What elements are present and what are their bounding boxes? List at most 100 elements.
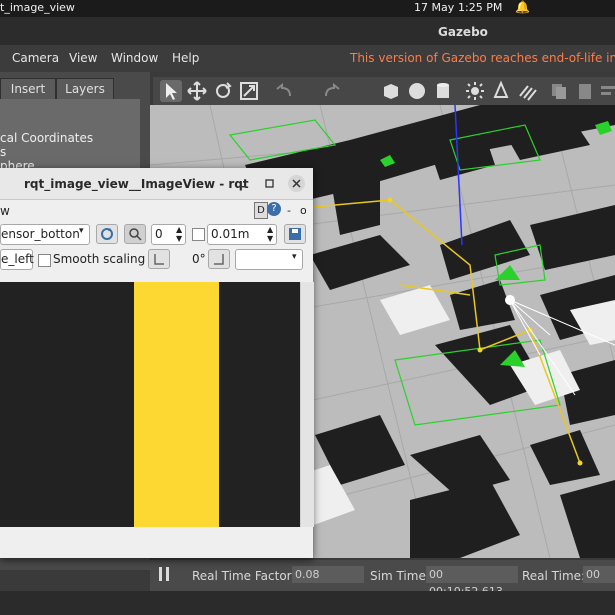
spotlight-icon (493, 80, 509, 98)
offset-value: 0.01m (211, 227, 250, 241)
tab-layers[interactable]: Layers (56, 78, 114, 100)
plugin-title: w (0, 204, 10, 218)
sim-time-value: 00 00:10:52.613 (426, 566, 518, 598)
spin-arrows-icon[interactable]: ▲ ▼ (176, 225, 182, 243)
smooth-scaling-checkbox[interactable] (38, 254, 51, 267)
window-title: Gazebo (438, 25, 488, 39)
move-arrows-icon (187, 81, 207, 101)
rotate-left-button[interactable] (148, 249, 170, 269)
undo-button[interactable] (272, 80, 294, 102)
zoom-fit-button[interactable] (124, 224, 146, 244)
pause-button[interactable] (158, 566, 170, 582)
rotation-frame-select[interactable]: e_left (0, 249, 34, 270)
offset-spinbox[interactable]: 0.01m ▲ ▼ (207, 224, 277, 245)
paste-button[interactable] (574, 80, 596, 102)
chevron-down-icon: ▾ (79, 226, 84, 236)
point-light-button[interactable] (464, 80, 486, 102)
scale-icon (240, 82, 258, 100)
save-icon (289, 228, 301, 240)
close-plugin-button[interactable]: o (300, 204, 307, 217)
active-app-label[interactable]: t_image_view (0, 1, 75, 14)
translate-button[interactable] (186, 80, 208, 102)
save-image-button[interactable] (284, 224, 306, 244)
color-scheme-select[interactable]: ▾ (235, 249, 303, 270)
align-icon (601, 86, 615, 95)
paste-icon (579, 84, 591, 99)
spin-arrows-icon[interactable]: ▲ ▼ (267, 225, 273, 243)
cylinder-icon (437, 83, 449, 98)
menu-bar: Camera View Window Help This version of … (0, 45, 615, 72)
rqt-title-bar[interactable]: rqt_image_view__ImageView - rqt (0, 168, 313, 200)
align-button[interactable] (598, 80, 615, 102)
rotate-right-icon (214, 254, 224, 265)
minimize-icon (239, 186, 246, 188)
spot-light-button[interactable] (490, 80, 512, 102)
status-bar: Real Time Factor: 0.08 Sim Time: 00 00:1… (150, 560, 615, 598)
tree-item[interactable]: s (0, 145, 6, 159)
menu-help[interactable]: Help (172, 51, 199, 65)
topic-select[interactable]: ensor_botton ▾ (0, 224, 90, 245)
offset-checkbox[interactable] (192, 228, 205, 241)
scale-button[interactable] (238, 80, 260, 102)
world-tree: cal Coordinates s phere (0, 99, 140, 179)
real-time-label: Real Time: (522, 569, 586, 583)
gazebo-title-bar: Gazebo (0, 17, 615, 45)
rotate-left-icon (154, 254, 164, 265)
sim-time-label: Sim Time: (370, 569, 430, 583)
directional-light-icon (519, 85, 537, 101)
copy-button[interactable] (548, 80, 570, 102)
minimize-button[interactable] (234, 175, 251, 192)
directional-light-button[interactable] (516, 80, 538, 102)
hide-button[interactable]: - (287, 204, 291, 217)
menu-view[interactable]: View (69, 51, 97, 65)
refresh-icon (101, 228, 113, 240)
refresh-topics-button[interactable] (96, 224, 118, 244)
rotation-frame-value: e_left (1, 252, 34, 266)
box-shape-button[interactable] (380, 80, 402, 102)
maximize-button[interactable] (261, 175, 278, 192)
menu-window[interactable]: Window (111, 51, 158, 65)
box-icon (384, 84, 398, 99)
rotate-button[interactable] (212, 80, 234, 102)
copy-icon (552, 84, 566, 99)
pause-icon (159, 567, 169, 581)
clock-date[interactable]: 17 May (414, 1, 454, 14)
sun-icon (466, 82, 484, 100)
topic-select-value: ensor_botton (1, 227, 80, 241)
yellow-line-stripe (134, 282, 219, 527)
rqt-plugin-header: w D ? - o (0, 200, 313, 222)
rtf-label: Real Time Factor: (192, 569, 296, 583)
clock-time[interactable]: 1:25 PM (458, 1, 502, 14)
redo-button[interactable] (322, 80, 344, 102)
close-icon (292, 179, 301, 188)
chevron-down-icon: ▾ (292, 252, 297, 262)
close-button[interactable] (288, 175, 305, 192)
undo-icon (276, 82, 291, 97)
maximize-icon (265, 179, 274, 188)
vertical-scrollbar[interactable] (300, 282, 314, 527)
rotation-degree: 0° (192, 252, 206, 266)
help-icon[interactable]: ? (267, 202, 281, 216)
sphere-icon (409, 83, 425, 99)
tab-insert[interactable]: Insert (0, 78, 56, 100)
bell-icon[interactable]: 🔔 (515, 0, 530, 14)
select-mode-button[interactable] (160, 80, 182, 102)
cylinder-shape-button[interactable] (432, 80, 454, 102)
eol-notice: This version of Gazebo reaches end-of-li… (350, 51, 615, 65)
zoom-spinbox[interactable]: 0 ▲ ▼ (151, 224, 186, 245)
rqt-image-view-window[interactable]: rqt_image_view__ImageView - rqt w D ? - … (0, 168, 314, 558)
sphere-shape-button[interactable] (406, 80, 428, 102)
real-time-value: 00 (583, 566, 615, 583)
smooth-scaling-label: Smooth scaling (53, 252, 146, 266)
bottom-strip (0, 591, 615, 615)
rotate-right-button[interactable] (208, 249, 230, 269)
camera-image[interactable] (0, 282, 300, 527)
dock-button[interactable]: D (254, 202, 268, 219)
tree-item-coordinates[interactable]: cal Coordinates (0, 131, 93, 145)
zoom-icon (129, 228, 142, 241)
zoom-value: 0 (155, 227, 163, 241)
rotate-icon (216, 82, 232, 98)
rqt-window-title: rqt_image_view__ImageView - rqt (24, 177, 249, 191)
menu-camera[interactable]: Camera (12, 51, 59, 65)
redo-icon (325, 82, 340, 97)
